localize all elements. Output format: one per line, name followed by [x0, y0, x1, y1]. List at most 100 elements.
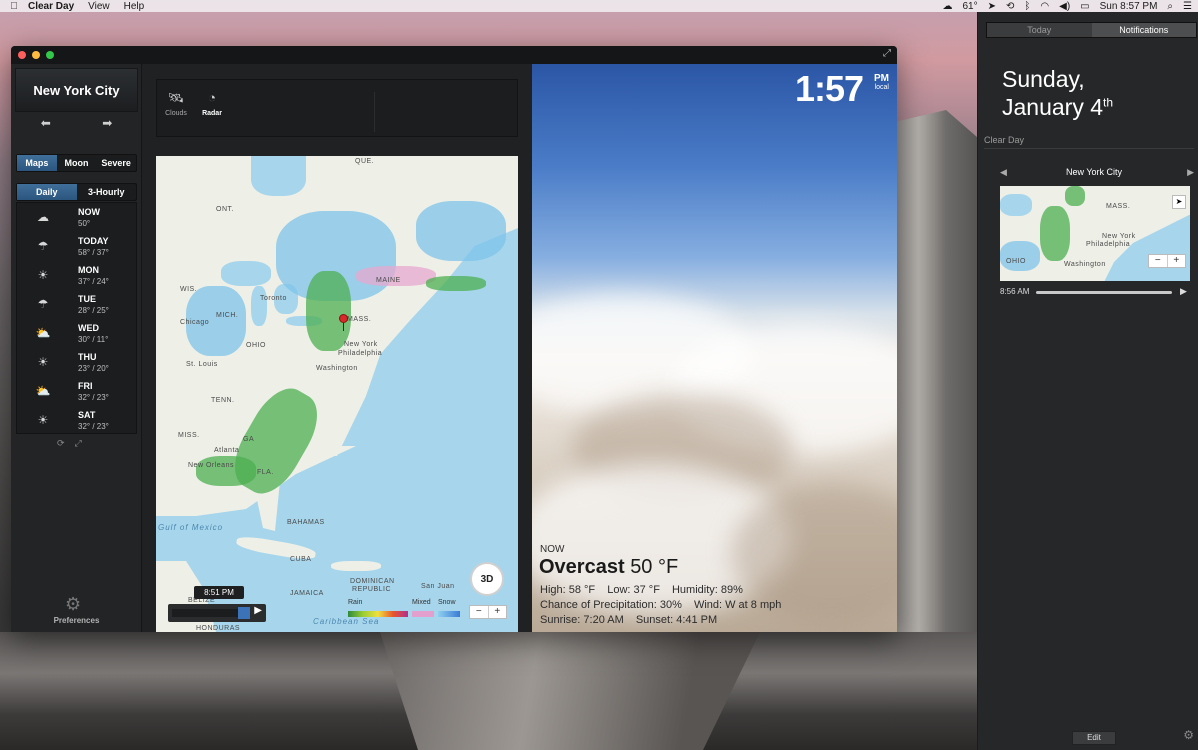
legend-mixed: Mixed — [412, 599, 431, 606]
map-label: MAINE — [376, 277, 401, 284]
timeline-track[interactable] — [172, 609, 244, 617]
close-button[interactable] — [18, 51, 26, 59]
legend-mixed-bar — [412, 611, 434, 617]
widget-next-arrow-icon[interactable]: ▶ — [1187, 167, 1194, 178]
humidity: Humidity: 89% — [671, 584, 743, 596]
time-machine-icon[interactable]: ⟲ — [1006, 1, 1014, 12]
zoom-in-button[interactable]: + — [489, 606, 507, 618]
edit-button[interactable]: Edit — [1072, 731, 1116, 745]
help-menu[interactable]: Help — [124, 1, 145, 12]
widget-section-title: Clear Day — [984, 135, 1025, 145]
3d-view-button[interactable]: 3D — [470, 562, 504, 596]
location-icon[interactable]: ➤ — [988, 1, 996, 12]
app-menu[interactable]: Clear Day — [28, 1, 74, 12]
forecast-row[interactable]: ☀ MON 37° / 24° — [17, 261, 138, 290]
current-temperature: 50 °F — [630, 556, 679, 578]
map-label: ONT. — [216, 206, 234, 213]
weather-details-row-1: High: 58 °F Low: 37 °F Humidity: 89% — [540, 584, 752, 596]
zoom-button[interactable] — [46, 51, 54, 59]
widget-timeline[interactable] — [1036, 291, 1172, 294]
widget-time: 8:56 AM — [1000, 287, 1030, 296]
widget-map[interactable]: MASS. New York Philadelphia Washington O… — [1000, 186, 1190, 281]
bluetooth-icon[interactable]: ᛒ — [1024, 1, 1030, 12]
gear-icon[interactable]: ⚙ — [1183, 728, 1194, 742]
zoom-out-button[interactable]: − — [470, 606, 489, 618]
tab-daily[interactable]: Daily — [17, 184, 77, 200]
prev-city-arrow-icon[interactable]: ⬅ — [41, 116, 51, 130]
radar-map[interactable]: QUE. ONT. MAINE WIS. Toronto MICH. Chica… — [156, 156, 518, 632]
map-label: CUBA — [290, 556, 312, 563]
next-city-arrow-icon[interactable]: ➡ — [102, 116, 112, 130]
forecast-temp: 23° / 20° — [78, 364, 109, 373]
fullscreen-icon[interactable]: ⤢ — [883, 48, 891, 59]
minimize-button[interactable] — [32, 51, 40, 59]
forecast-row[interactable]: ☀ SAT 32° / 23° — [17, 406, 138, 435]
city-title[interactable]: New York City — [15, 68, 138, 112]
tab-today[interactable]: Today — [987, 23, 1092, 37]
map-label: JAMAICA — [290, 590, 324, 597]
tab-notifications[interactable]: Notifications — [1091, 23, 1196, 37]
widget-zoom-out-button[interactable]: − — [1149, 255, 1168, 267]
location-arrow-icon[interactable]: ➤ — [1172, 195, 1186, 209]
forecast-row[interactable]: ☂ TODAY 58° / 37° — [17, 232, 138, 261]
map-label: TENN. — [211, 397, 235, 404]
satellite-icon: 🛰 — [167, 90, 185, 105]
expand-icon[interactable]: ⤢ — [75, 438, 82, 449]
forecast-temp: 28° / 25° — [78, 306, 109, 315]
high-temp: High: 58 °F — [540, 584, 596, 596]
partly-cloudy-icon: ⛅ — [35, 384, 51, 398]
map-label: WIS. — [180, 286, 198, 293]
tab-maps[interactable]: Maps — [17, 155, 57, 171]
widget-zoom-in-button[interactable]: + — [1168, 255, 1186, 267]
map-label: Caribbean Sea — [313, 617, 380, 626]
forecast-row[interactable]: ☁ NOW 50° — [17, 203, 138, 232]
refresh-icon[interactable]: ⟳ — [57, 438, 65, 449]
sidebar-tools: ⟳ ⤢ — [57, 438, 82, 449]
gear-icon[interactable]: ⚙ — [65, 594, 81, 615]
rain-cloud-icon: ☂ — [37, 297, 49, 311]
forecast-row[interactable]: ⛅ FRI 32° / 23° — [17, 377, 138, 406]
map-layer-toolbar: 🛰 Clouds ◔ Radar — [156, 79, 518, 137]
legend-snow-bar — [438, 611, 460, 617]
current-condition: Overcast 50 °F — [539, 556, 678, 579]
tab-severe[interactable]: Severe — [96, 155, 136, 171]
forecast-row[interactable]: ☂ TUE 28° / 25° — [17, 290, 138, 319]
forecast-day: SAT — [78, 410, 96, 420]
battery-icon[interactable]: ▭ — [1080, 1, 1089, 12]
timeline-handle[interactable] — [238, 607, 250, 619]
clouds-layer-button[interactable]: 🛰 Clouds — [159, 90, 193, 117]
radar-timeline[interactable]: ▶ — [168, 604, 266, 622]
wifi-icon[interactable]: ◠ — [1040, 1, 1049, 12]
radar-layer-button[interactable]: ◔ Radar — [195, 90, 229, 117]
forecast-row[interactable]: ☀ THU 23° / 20° — [17, 348, 138, 377]
status-temperature[interactable]: 61° — [962, 1, 977, 12]
notification-center: Today Notifications Sunday, January 4th … — [977, 12, 1198, 750]
lake-superior — [221, 261, 271, 286]
menubar-clock[interactable]: Sun 8:57 PM — [1100, 1, 1158, 12]
forecast-row[interactable]: ⛅ WED 30° / 11° — [17, 319, 138, 348]
forecast-day: WED — [78, 323, 99, 333]
widget-play-icon[interactable]: ▶ — [1180, 286, 1187, 297]
tab-moon[interactable]: Moon — [57, 155, 97, 171]
map-label: St. Louis — [186, 361, 218, 368]
weather-status-icon[interactable]: ☁ — [942, 1, 952, 12]
spotlight-icon[interactable]: ⌕ — [1167, 1, 1173, 12]
volume-icon[interactable]: ◀) — [1059, 1, 1070, 12]
condition-text: Overcast — [539, 556, 625, 578]
wallpaper-rock-highlight — [380, 632, 760, 750]
view-menu[interactable]: View — [88, 1, 110, 12]
tab-3-hourly[interactable]: 3-Hourly — [77, 184, 137, 200]
sun-icon: ☀ — [37, 268, 49, 282]
play-icon[interactable]: ▶ — [254, 605, 262, 616]
map-label: GA — [243, 436, 255, 443]
preferences-button[interactable]: Preferences — [11, 616, 142, 625]
apple-menu-icon[interactable]:  — [0, 1, 28, 12]
location-pin-icon[interactable] — [339, 314, 348, 323]
weather-details-row-2: Chance of Precipitation: 30% Wind: W at … — [540, 599, 790, 611]
map-label: New Orleans — [188, 462, 234, 469]
weather-details-row-3: Sunrise: 7:20 AM Sunset: 4:41 PM — [540, 614, 726, 626]
map-label: FLA. — [257, 469, 274, 476]
rain-cloud-icon: ☂ — [37, 239, 49, 253]
notification-center-tabs: Today Notifications — [986, 22, 1197, 38]
notification-center-icon[interactable]: ☰ — [1183, 1, 1192, 12]
